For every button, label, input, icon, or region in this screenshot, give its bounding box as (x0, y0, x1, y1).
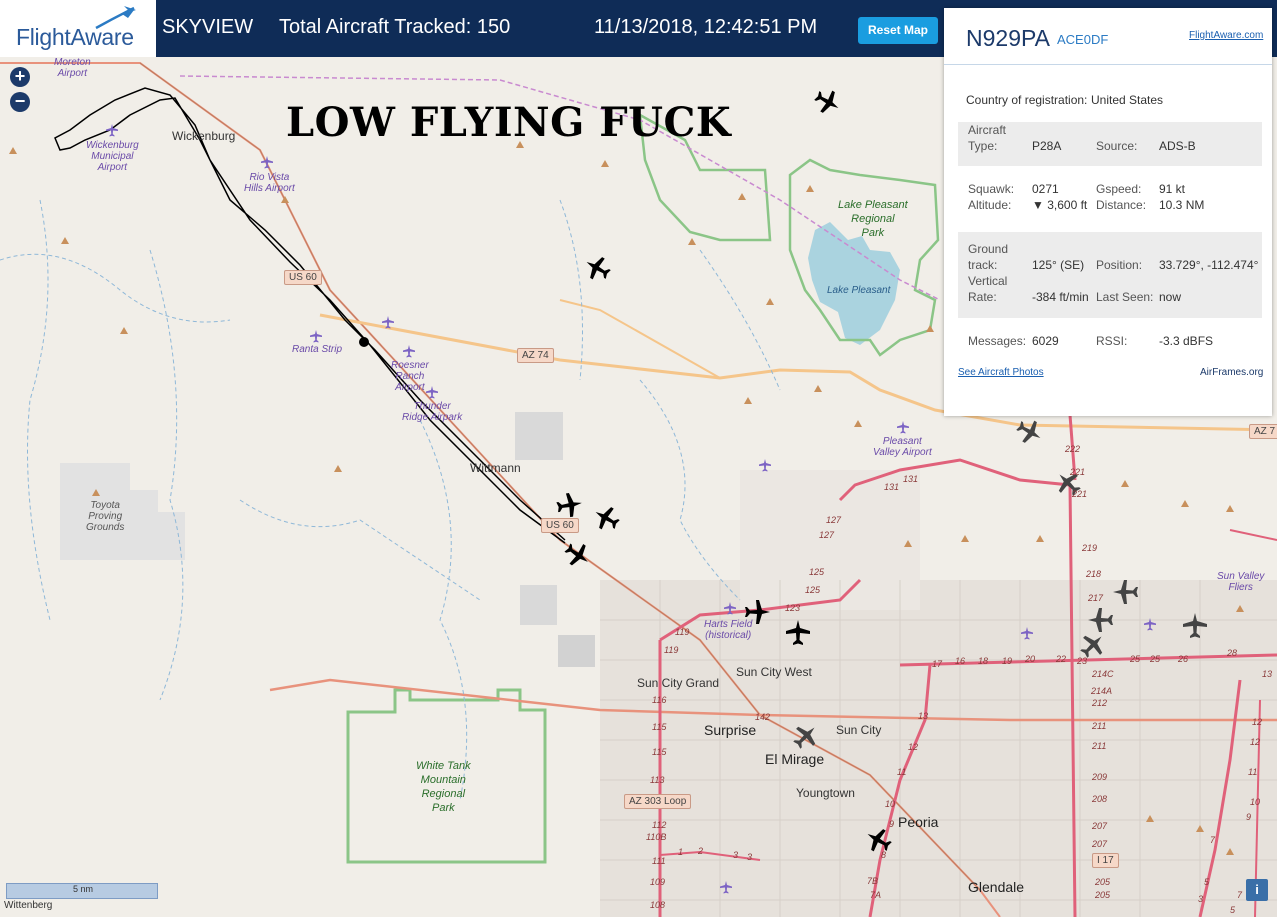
place-wittmann: Wittmann (470, 461, 521, 475)
lastseen-label: Last Seen: (1096, 290, 1154, 304)
airport-harts-field: Harts Field (historical) (704, 619, 753, 641)
road-az7: AZ 7 (1249, 424, 1277, 439)
place-el-mirage: El Mirage (765, 751, 825, 767)
place-sun-city-west: Sun City West (736, 665, 812, 679)
map-info-button[interactable]: i (1246, 879, 1268, 901)
squawk-value: 0271 (1032, 182, 1059, 196)
place-wickenburg: Wickenburg (172, 129, 236, 143)
aircraft-type-label: Aircraft Type: (968, 123, 1007, 153)
rssi-label: RSSI: (1096, 334, 1128, 348)
overlay-caption: LOW FLYING FUCK (286, 99, 732, 146)
gspeed-value: 91 kt (1159, 182, 1186, 196)
zoom-out-button[interactable]: − (10, 92, 30, 112)
rssi-value: -3.3 dBFS (1159, 334, 1214, 348)
park-white-tank: White Tank Mountain Regional Park (416, 760, 471, 814)
panel-divider (944, 64, 1272, 65)
squawk-label: Squawk: (968, 182, 1015, 196)
aircraft-type-value: P28A (1032, 139, 1062, 153)
road-az74: AZ 74 (517, 348, 554, 363)
altitude-label: Altitude: (968, 198, 1012, 212)
airport-pleasant-valley: Pleasant Valley Airport (873, 436, 932, 458)
datetime: 11/13/2018, 12:42:51 PM (594, 16, 818, 38)
road-az303: AZ 303 Loop (624, 794, 692, 809)
aircraft-hex: ACE0DF (1057, 32, 1109, 47)
park-lake-pleasant: Lake Pleasant Regional Park (838, 199, 908, 239)
app-name: SKYVIEW (162, 16, 254, 38)
total-aircraft-tracked: Total Aircraft Tracked: 150 (279, 16, 511, 38)
track-value: 125° (SE) (1032, 258, 1085, 272)
flightaware-link[interactable]: FlightAware.com (1189, 30, 1263, 41)
road-us60-south: US 60 (541, 518, 579, 533)
source-label: Source: (1096, 139, 1138, 153)
zoom-in-button[interactable]: + (10, 67, 30, 87)
airport-sun-valley: Sun Valley Fliers (1217, 571, 1265, 593)
airport-ranta: Ranta Strip (292, 344, 343, 355)
aircraft-photos-link[interactable]: See Aircraft Photos (958, 367, 1044, 378)
reset-map-button[interactable]: Reset Map (858, 17, 938, 44)
airport-roesner: Roesner Ranch Airport (391, 360, 429, 393)
vrate-label: Vertical Rate: (968, 274, 1008, 304)
airport-moreton: Moreton Airport (54, 57, 91, 79)
gspeed-label: Gspeed: (1096, 182, 1142, 196)
map-scale-bar: 5 nm (6, 883, 158, 899)
position-value: 33.729°, -112.474° (1159, 258, 1259, 272)
altitude-value: ▼ 3,600 ft (1032, 198, 1088, 212)
flightaware-logo[interactable]: FlightAware (0, 0, 156, 57)
aircraft-info-panel: N929PA ACE0DF FlightAware.com Country of… (944, 8, 1272, 416)
place-surprise: Surprise (704, 722, 757, 738)
road-i17: I 17 (1092, 853, 1119, 868)
country-value: United States (1091, 93, 1164, 107)
source-value: ADS-B (1159, 139, 1196, 153)
road-us60-north: US 60 (284, 270, 322, 285)
place-sun-city-grand: Sun City Grand (637, 676, 720, 690)
place-peoria: Peoria (898, 814, 939, 830)
aircraft-ident: N929PA (966, 25, 1050, 51)
place-lake-pleasant: Lake Pleasant (827, 285, 891, 296)
distance-label: Distance: (1096, 198, 1147, 212)
track-label: Ground track: (968, 242, 1009, 272)
messages-label: Messages: (968, 334, 1027, 348)
airframes-link[interactable]: AirFrames.org (1200, 367, 1263, 378)
vrate-value: -384 ft/min (1032, 290, 1089, 304)
lastseen-value: now (1159, 290, 1182, 304)
scale-label: 5 nm (73, 884, 94, 894)
distance-value: 10.3 NM (1159, 198, 1205, 212)
airport-rio-vista: Rio Vista Hills Airport (244, 172, 295, 194)
place-sun-city: Sun City (836, 723, 882, 737)
airport-thunder-ridge: Thunder Ridge Airpark (402, 401, 463, 423)
place-youngtown: Youngtown (796, 786, 855, 800)
airport-wickenburg-muni: Wickenburg Municipal Airport (86, 140, 139, 173)
messages-value: 6029 (1032, 334, 1059, 348)
area-toyota-proving: Toyota Proving Grounds (86, 500, 125, 533)
country-label: Country of registration: (966, 93, 1088, 107)
logo-text: FlightAware (16, 24, 134, 50)
position-label: Position: (1096, 258, 1143, 272)
place-wittenberg: Wittenberg (4, 900, 53, 911)
place-glendale: Glendale (968, 879, 1025, 895)
